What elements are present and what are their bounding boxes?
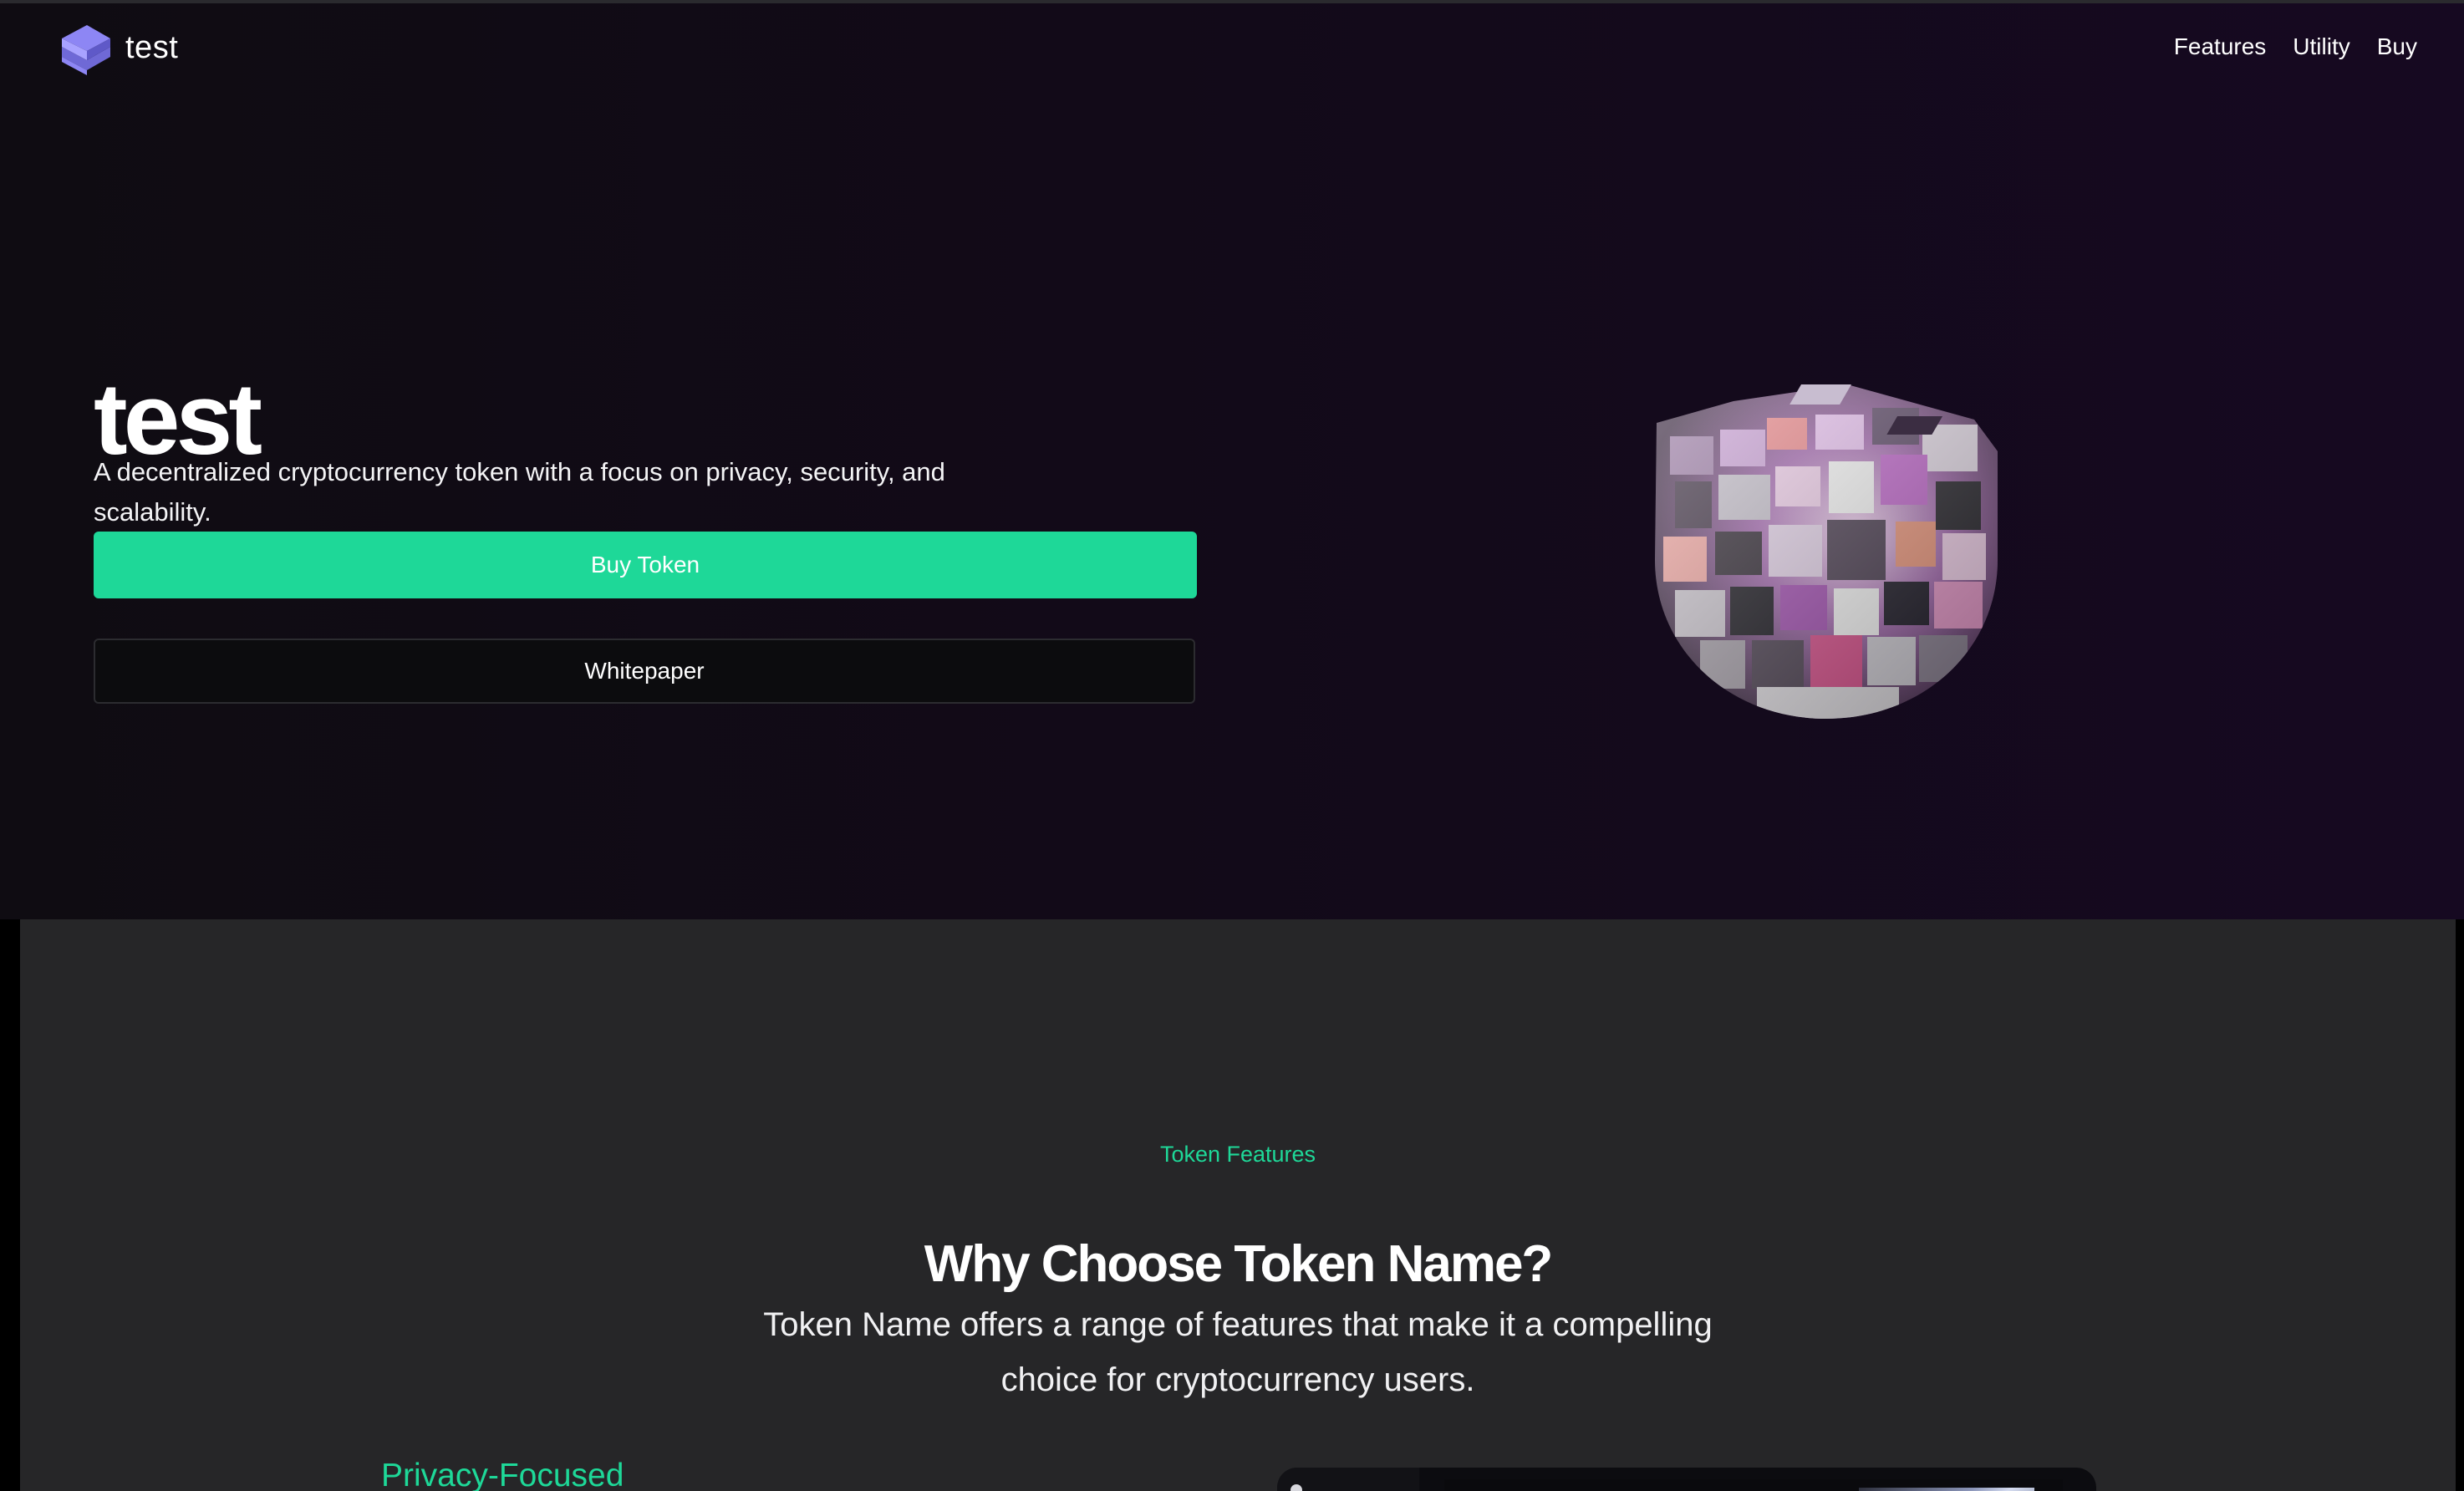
brand-name[interactable]: test — [125, 30, 178, 66]
brand-logo-icon[interactable] — [59, 23, 114, 75]
whitepaper-button[interactable]: Whitepaper — [94, 639, 1195, 704]
top-border — [0, 0, 2464, 3]
hero-description: A decentralized cryptocurrency token wit… — [94, 457, 945, 527]
preview-sidebar — [1277, 1468, 1419, 1491]
preview-artwork — [1859, 1488, 2034, 1491]
nav-features-link[interactable]: Features — [2174, 33, 2267, 60]
section-description: Token Name offers a range of features th… — [763, 1306, 1713, 1398]
nav-utility-link[interactable]: Utility — [2293, 33, 2349, 60]
preview-dot-icon — [1291, 1484, 1302, 1491]
section-heading: Why Choose Token Name? — [924, 1235, 1554, 1294]
features-section: Token Features Why Choose Token Name? To… — [20, 919, 2456, 1491]
hero-section: test Features Utility Buy test A decentr… — [0, 0, 2464, 919]
buy-token-button[interactable]: Buy Token — [94, 532, 1197, 598]
app-preview-card — [1277, 1468, 2096, 1491]
preview-content — [1444, 1479, 2063, 1491]
cube-sphere-illustration — [1655, 384, 1998, 719]
main-navigation: Features Utility Buy — [2174, 33, 2417, 60]
feature-title-privacy: Privacy-Focused — [381, 1458, 624, 1491]
section-eyebrow: Token Features — [1159, 1142, 1316, 1167]
nav-buy-link[interactable]: Buy — [2377, 33, 2417, 60]
